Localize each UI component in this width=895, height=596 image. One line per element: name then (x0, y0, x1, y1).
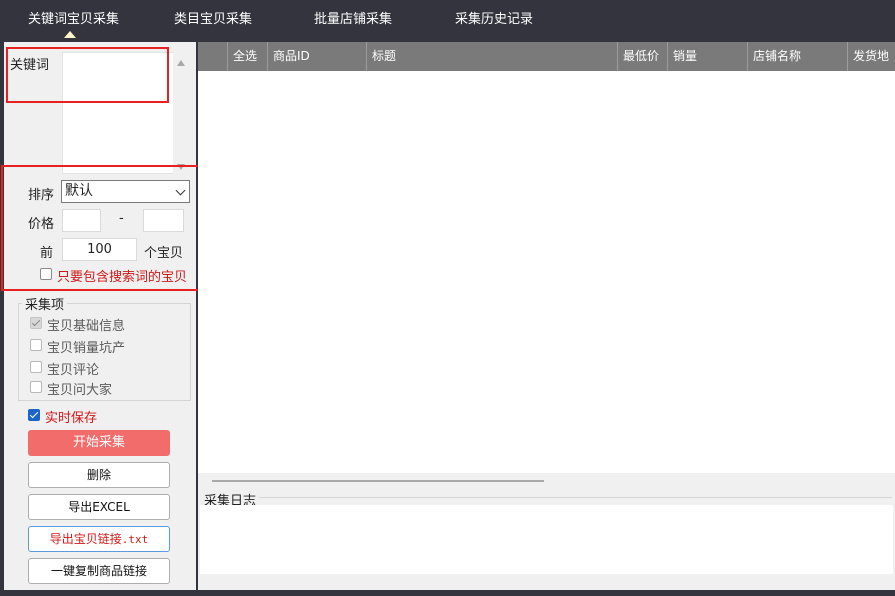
only-search-word-checkbox[interactable] (40, 268, 52, 280)
collect-qa-checkbox[interactable] (30, 381, 42, 393)
collect-options-title: 采集项 (22, 294, 68, 313)
column-header-product-id[interactable]: 商品ID (267, 42, 366, 71)
collect-log-section: 采集日志 (198, 487, 895, 590)
export-links-label: 导出宝贝链接 (49, 532, 122, 546)
realtime-save-label[interactable]: 实时保存 (45, 407, 97, 426)
collect-basic-info-label[interactable]: 宝贝基础信息 (47, 315, 125, 334)
tab-collect-history[interactable]: 采集历史记录 (455, 8, 533, 27)
top-n-unit: 个宝贝 (144, 246, 184, 261)
chevron-down-icon (175, 185, 186, 196)
active-tab-indicator-icon (64, 31, 76, 38)
collect-qa-label[interactable]: 宝贝问大家 (47, 379, 112, 398)
export-excel-button[interactable]: 导出EXCEL (28, 494, 170, 520)
column-header-title[interactable]: 标题 (366, 42, 617, 71)
column-header-shop-name[interactable]: 店铺名称 (747, 42, 847, 71)
table-horizontal-scrollbar[interactable] (198, 473, 895, 487)
export-links-button[interactable]: 导出宝贝链接.txt (28, 526, 170, 552)
left-control-panel: 关键词 排序 默认 价格 - 前 100 个宝贝 只要包含搜索词的宝贝 采集项 … (1, 42, 206, 590)
results-panel: 全选 商品ID 标题 最低价 销量 店铺名称 发货地 采集日志 (198, 42, 895, 590)
keyword-scrollbar[interactable] (173, 52, 189, 174)
sort-selected-value: 默认 (65, 183, 93, 199)
copy-links-button[interactable]: 一键复制商品链接 (28, 558, 170, 584)
tab-keyword-collect[interactable]: 关键词宝贝采集 (28, 8, 119, 27)
sort-select[interactable]: 默认 (61, 180, 190, 203)
table-header: 全选 商品ID 标题 最低价 销量 店铺名称 发货地 (198, 42, 895, 71)
sort-label: 排序 (28, 188, 55, 203)
only-search-word-label[interactable]: 只要包含搜索词的宝贝 (57, 266, 187, 285)
top-tab-bar: 关键词宝贝采集 类目宝贝采集 批量店铺采集 采集历史记录 (0, 0, 895, 42)
column-header-min-price[interactable]: 最低价 (617, 42, 667, 71)
price-max-input[interactable] (143, 209, 184, 232)
export-excel-label: 导出EXCEL (68, 500, 130, 514)
price-min-input[interactable] (62, 209, 101, 232)
price-label: 价格 (28, 217, 55, 232)
realtime-save-checkbox[interactable] (28, 409, 40, 421)
column-header-index (198, 42, 227, 71)
collect-reviews-label[interactable]: 宝贝评论 (47, 359, 99, 378)
top-n-input[interactable]: 100 (62, 238, 137, 261)
delete-button[interactable]: 删除 (28, 462, 170, 488)
scroll-up-icon[interactable] (177, 60, 185, 66)
top-n-label: 前 (40, 246, 54, 261)
column-header-select-all[interactable]: 全选 (227, 42, 267, 71)
collect-basic-info-checkbox[interactable] (30, 317, 42, 329)
collect-reviews-checkbox[interactable] (30, 361, 42, 373)
price-separator: - (119, 211, 124, 226)
collect-sales-checkbox[interactable] (30, 339, 42, 351)
tab-category-collect[interactable]: 类目宝贝采集 (174, 8, 252, 27)
log-divider (256, 497, 892, 498)
export-links-ext: .txt (121, 533, 149, 546)
collect-log-textbox[interactable] (200, 505, 893, 574)
collect-sales-label[interactable]: 宝贝销量坑产 (47, 337, 125, 356)
tab-batch-shop-collect[interactable]: 批量店铺采集 (314, 8, 392, 27)
keyword-highlight-box (6, 47, 169, 103)
scrollbar-thumb[interactable] (212, 480, 544, 482)
column-header-sales[interactable]: 销量 (667, 42, 747, 71)
column-header-ship-from[interactable]: 发货地 (847, 42, 895, 71)
start-collect-button[interactable]: 开始采集 (28, 430, 170, 456)
window-bottom-edge (0, 590, 895, 596)
